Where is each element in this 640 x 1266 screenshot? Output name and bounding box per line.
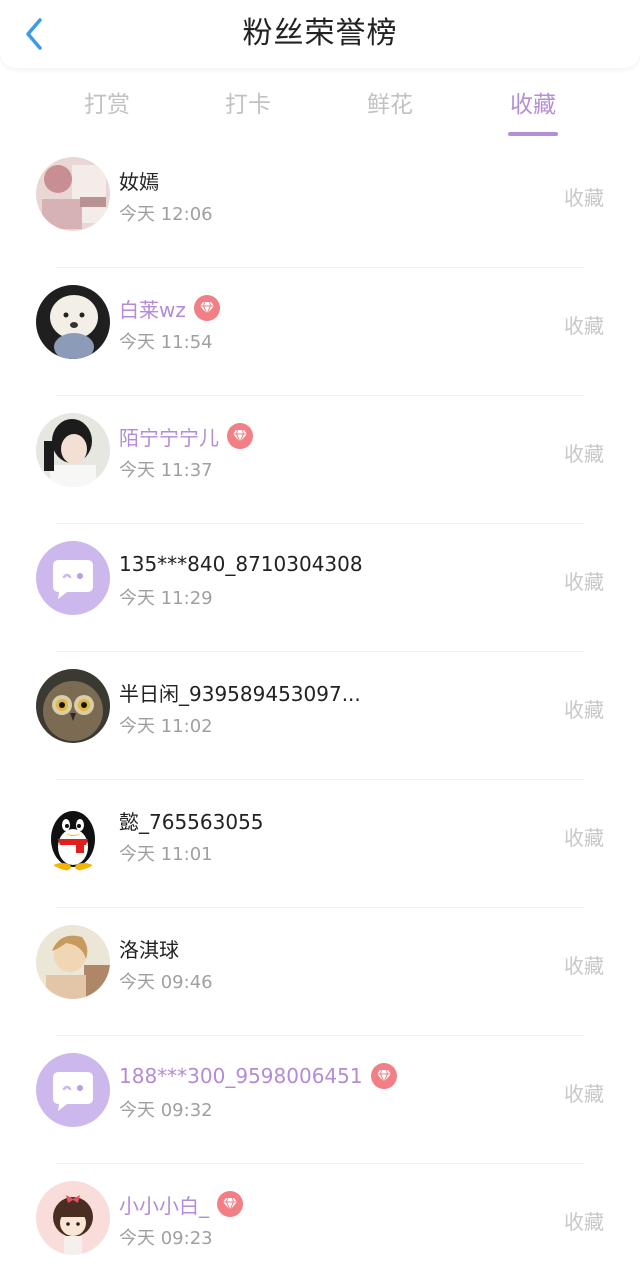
tab-label: 打卡 bbox=[225, 92, 271, 118]
action-label: 收藏 bbox=[564, 954, 604, 978]
row-divider bbox=[56, 1163, 584, 1164]
timestamp: 今天 11:29 bbox=[119, 588, 213, 609]
tab-label: 鲜花 bbox=[367, 92, 413, 118]
username-line: 懿_765563055 bbox=[119, 805, 264, 835]
username[interactable]: 懿_765563055 bbox=[119, 806, 264, 835]
username-line: 188***300_9598006451 bbox=[119, 1061, 397, 1091]
fan-row[interactable]: 小小小白_ 今天 09:23 收藏 bbox=[0, 1163, 640, 1266]
username[interactable]: 洛淇球 bbox=[119, 934, 179, 963]
timestamp: 今天 09:46 bbox=[119, 972, 213, 993]
username-line: 陌宁宁宁儿 bbox=[119, 421, 253, 451]
timestamp: 今天 11:37 bbox=[119, 460, 213, 481]
tab-label: 收藏 bbox=[510, 92, 556, 118]
page-title: 粉丝荣誉榜 bbox=[242, 16, 398, 51]
fan-row[interactable]: 135***840_8710304308 今天 11:29 收藏 bbox=[0, 523, 640, 652]
tab-label: 打赏 bbox=[84, 92, 130, 118]
avatar[interactable] bbox=[36, 1181, 110, 1255]
row-divider bbox=[56, 779, 584, 780]
fan-row[interactable]: 洛淇球今天 09:46 收藏 bbox=[0, 907, 640, 1036]
action-label: 收藏 bbox=[564, 698, 604, 722]
vip-diamond-icon bbox=[217, 1191, 243, 1217]
timestamp: 今天 12:06 bbox=[119, 204, 213, 225]
fan-row[interactable]: 白莱wz 今天 11:54 收藏 bbox=[0, 267, 640, 396]
action-label: 收藏 bbox=[564, 442, 604, 466]
username-line: 小小小白_ bbox=[119, 1189, 243, 1219]
timestamp: 今天 11:54 bbox=[119, 332, 213, 353]
username[interactable]: 陌宁宁宁儿 bbox=[119, 422, 219, 451]
row-divider bbox=[56, 523, 584, 524]
username-line: 白莱wz bbox=[119, 293, 220, 323]
vip-diamond-icon bbox=[227, 423, 253, 449]
username-line: 奻嫣 bbox=[119, 165, 159, 195]
username[interactable]: 188***300_9598006451 bbox=[119, 1064, 363, 1088]
row-divider bbox=[56, 395, 584, 396]
row-divider bbox=[56, 267, 584, 268]
tab-reward[interactable]: 打赏 bbox=[47, 76, 167, 136]
fan-row[interactable]: 陌宁宁宁儿今天 11:37 收藏 bbox=[0, 395, 640, 524]
tab-favorites[interactable]: 收藏 bbox=[473, 76, 593, 136]
timestamp: 今天 09:23 bbox=[119, 1228, 213, 1249]
fan-row[interactable]: 懿_765563055 今天 11:01 收藏 bbox=[0, 779, 640, 908]
timestamp: 今天 09:32 bbox=[119, 1100, 213, 1121]
row-divider bbox=[56, 651, 584, 652]
app-screen: 粉丝荣誉榜 打赏 打卡 鲜花 收藏 奻嫣 今天 12:06 收藏 白莱wz 今天 11:… bbox=[0, 0, 640, 1266]
avatar[interactable] bbox=[36, 797, 110, 871]
action-label: 收藏 bbox=[564, 1082, 604, 1106]
action-label: 收藏 bbox=[564, 186, 604, 210]
avatar[interactable] bbox=[36, 925, 110, 999]
action-label: 收藏 bbox=[564, 826, 604, 850]
action-label: 收藏 bbox=[564, 570, 604, 594]
tab-flowers[interactable]: 鲜花 bbox=[330, 76, 450, 136]
tab-checkin[interactable]: 打卡 bbox=[188, 76, 308, 136]
row-divider bbox=[56, 907, 584, 908]
fan-row[interactable]: 半日闲_939589453097... 今天 11:02 收藏 bbox=[0, 651, 640, 780]
username-line: 半日闲_939589453097... bbox=[119, 677, 361, 707]
vip-diamond-icon bbox=[193, 295, 220, 321]
avatar[interactable] bbox=[36, 541, 110, 615]
row-divider bbox=[56, 1035, 584, 1036]
username-line: 135***840_8710304308 bbox=[119, 549, 363, 579]
action-label: 收藏 bbox=[564, 1210, 604, 1234]
username[interactable]: 白莱wz bbox=[119, 294, 186, 323]
avatar[interactable] bbox=[36, 157, 110, 231]
username[interactable]: 135***840_8710304308 bbox=[119, 552, 363, 576]
fan-row[interactable]: 奻嫣今天 12:06 收藏 bbox=[0, 140, 640, 268]
username[interactable]: 奻嫣 bbox=[119, 166, 159, 195]
avatar[interactable] bbox=[36, 669, 110, 743]
fan-row[interactable]: 188***300_9598006451 今天 09:32 收藏 bbox=[0, 1035, 640, 1164]
username-line: 洛淇球 bbox=[119, 933, 179, 963]
tab-bar: 打赏 打卡 鲜花 收藏 bbox=[0, 76, 640, 136]
avatar[interactable] bbox=[36, 413, 110, 487]
timestamp: 今天 11:01 bbox=[119, 844, 213, 865]
vip-diamond-icon bbox=[370, 1063, 397, 1089]
active-tab-indicator bbox=[508, 132, 558, 136]
username[interactable]: 小小小白_ bbox=[119, 1190, 209, 1219]
timestamp: 今天 11:02 bbox=[119, 716, 213, 737]
top-bar: 粉丝荣誉榜 bbox=[0, 0, 640, 68]
avatar[interactable] bbox=[36, 1053, 110, 1127]
username[interactable]: 半日闲_939589453097... bbox=[119, 678, 361, 707]
action-label: 收藏 bbox=[564, 314, 604, 338]
avatar[interactable] bbox=[36, 285, 110, 359]
